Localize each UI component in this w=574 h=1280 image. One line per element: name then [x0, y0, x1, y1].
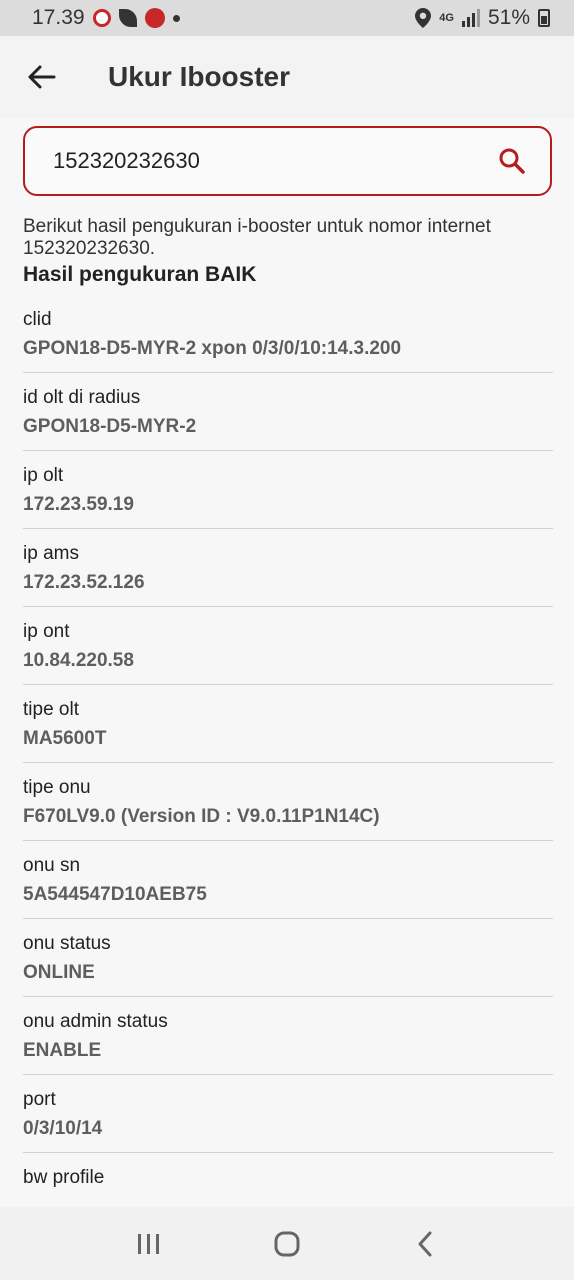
home-button[interactable] — [257, 1214, 317, 1274]
field-label: ip ont — [23, 621, 70, 642]
result-panel: Berikut hasil pengukuran i-booster untuk… — [23, 216, 553, 1231]
field-port: port 0/3/10/14 — [23, 1075, 553, 1153]
field-label: id olt di radius — [23, 387, 141, 408]
signal-icon — [461, 9, 480, 27]
field-onu-admin-status: onu admin status ENABLE — [23, 997, 553, 1075]
leaf-icon — [118, 9, 137, 27]
arrow-left-icon — [28, 65, 56, 89]
field-label: ip olt — [23, 465, 64, 486]
field-value: 5A544547D10AEB75 — [23, 884, 207, 905]
field-tipe-onu: tipe onu F670LV9.0 (Version ID : V9.0.11… — [23, 763, 553, 841]
field-value: 172.23.52.126 — [23, 572, 145, 593]
field-value: F670LV9.0 (Version ID : V9.0.11P1N14C) — [23, 806, 380, 827]
battery-icon — [538, 9, 550, 27]
nav-back-button[interactable] — [395, 1214, 455, 1274]
recent-apps-icon — [138, 1233, 159, 1254]
field-label: port — [23, 1089, 56, 1110]
field-ip-ams: ip ams 172.23.52.126 — [23, 529, 553, 607]
notification-red-icon — [92, 9, 111, 27]
search-input[interactable] — [53, 148, 492, 174]
field-value: GPON18-D5-MYR-2 xpon 0/3/0/10:14.3.200 — [23, 338, 402, 359]
field-value: 0/3/10/14 — [23, 1118, 103, 1139]
app-bar: Ukur Ibooster — [0, 36, 574, 118]
field-value: ENABLE — [23, 1040, 102, 1061]
back-button[interactable] — [0, 36, 84, 118]
field-value: ONLINE — [23, 962, 95, 983]
field-tipe-olt: tipe olt MA5600T — [23, 685, 553, 763]
field-label: onu status — [23, 933, 111, 954]
field-value: 172.23.59.19 — [23, 494, 134, 515]
field-label: onu admin status — [23, 1011, 168, 1032]
system-nav-bar — [0, 1207, 574, 1280]
field-onu-status: onu status ONLINE — [23, 919, 553, 997]
battery-percent: 51% — [487, 6, 530, 29]
back-icon — [418, 1231, 432, 1256]
field-value: MA5600T — [23, 728, 107, 749]
field-clid: clid GPON18-D5-MYR-2 xpon 0/3/0/10:14.3.… — [23, 295, 553, 373]
field-value: GPON18-D5-MYR-2 — [23, 416, 197, 437]
field-value: 10.84.220.58 — [23, 650, 134, 671]
recent-apps-button[interactable] — [119, 1214, 179, 1274]
home-icon — [274, 1231, 300, 1256]
field-label: ip ams — [23, 543, 79, 564]
field-ip-olt: ip olt 172.23.59.19 — [23, 451, 553, 529]
status-time: 17.39 — [32, 6, 85, 29]
field-label: tipe onu — [23, 777, 91, 798]
search-box — [23, 126, 552, 196]
field-onu-sn: onu sn 5A544547D10AEB75 — [23, 841, 553, 919]
result-intro: Berikut hasil pengukuran i-booster untuk… — [23, 216, 491, 259]
dot-icon — [172, 14, 180, 22]
search-icon — [499, 148, 525, 174]
network-type: 4G — [439, 12, 454, 24]
search-button[interactable] — [492, 141, 532, 181]
field-label: tipe olt — [23, 699, 79, 720]
field-id-olt-di-radius: id olt di radius GPON18-D5-MYR-2 — [23, 373, 553, 451]
field-label: bw profile — [23, 1167, 105, 1188]
field-label: onu sn — [23, 855, 81, 876]
location-icon — [415, 8, 432, 28]
field-label: clid — [23, 309, 52, 330]
field-ip-ont: ip ont 10.84.220.58 — [23, 607, 553, 685]
notification-app-icon — [144, 8, 165, 28]
result-heading: Hasil pengukuran BAIK — [23, 263, 257, 286]
status-bar: 17.39 4G 51% — [0, 0, 574, 36]
page-title: Ukur Ibooster — [108, 61, 291, 92]
